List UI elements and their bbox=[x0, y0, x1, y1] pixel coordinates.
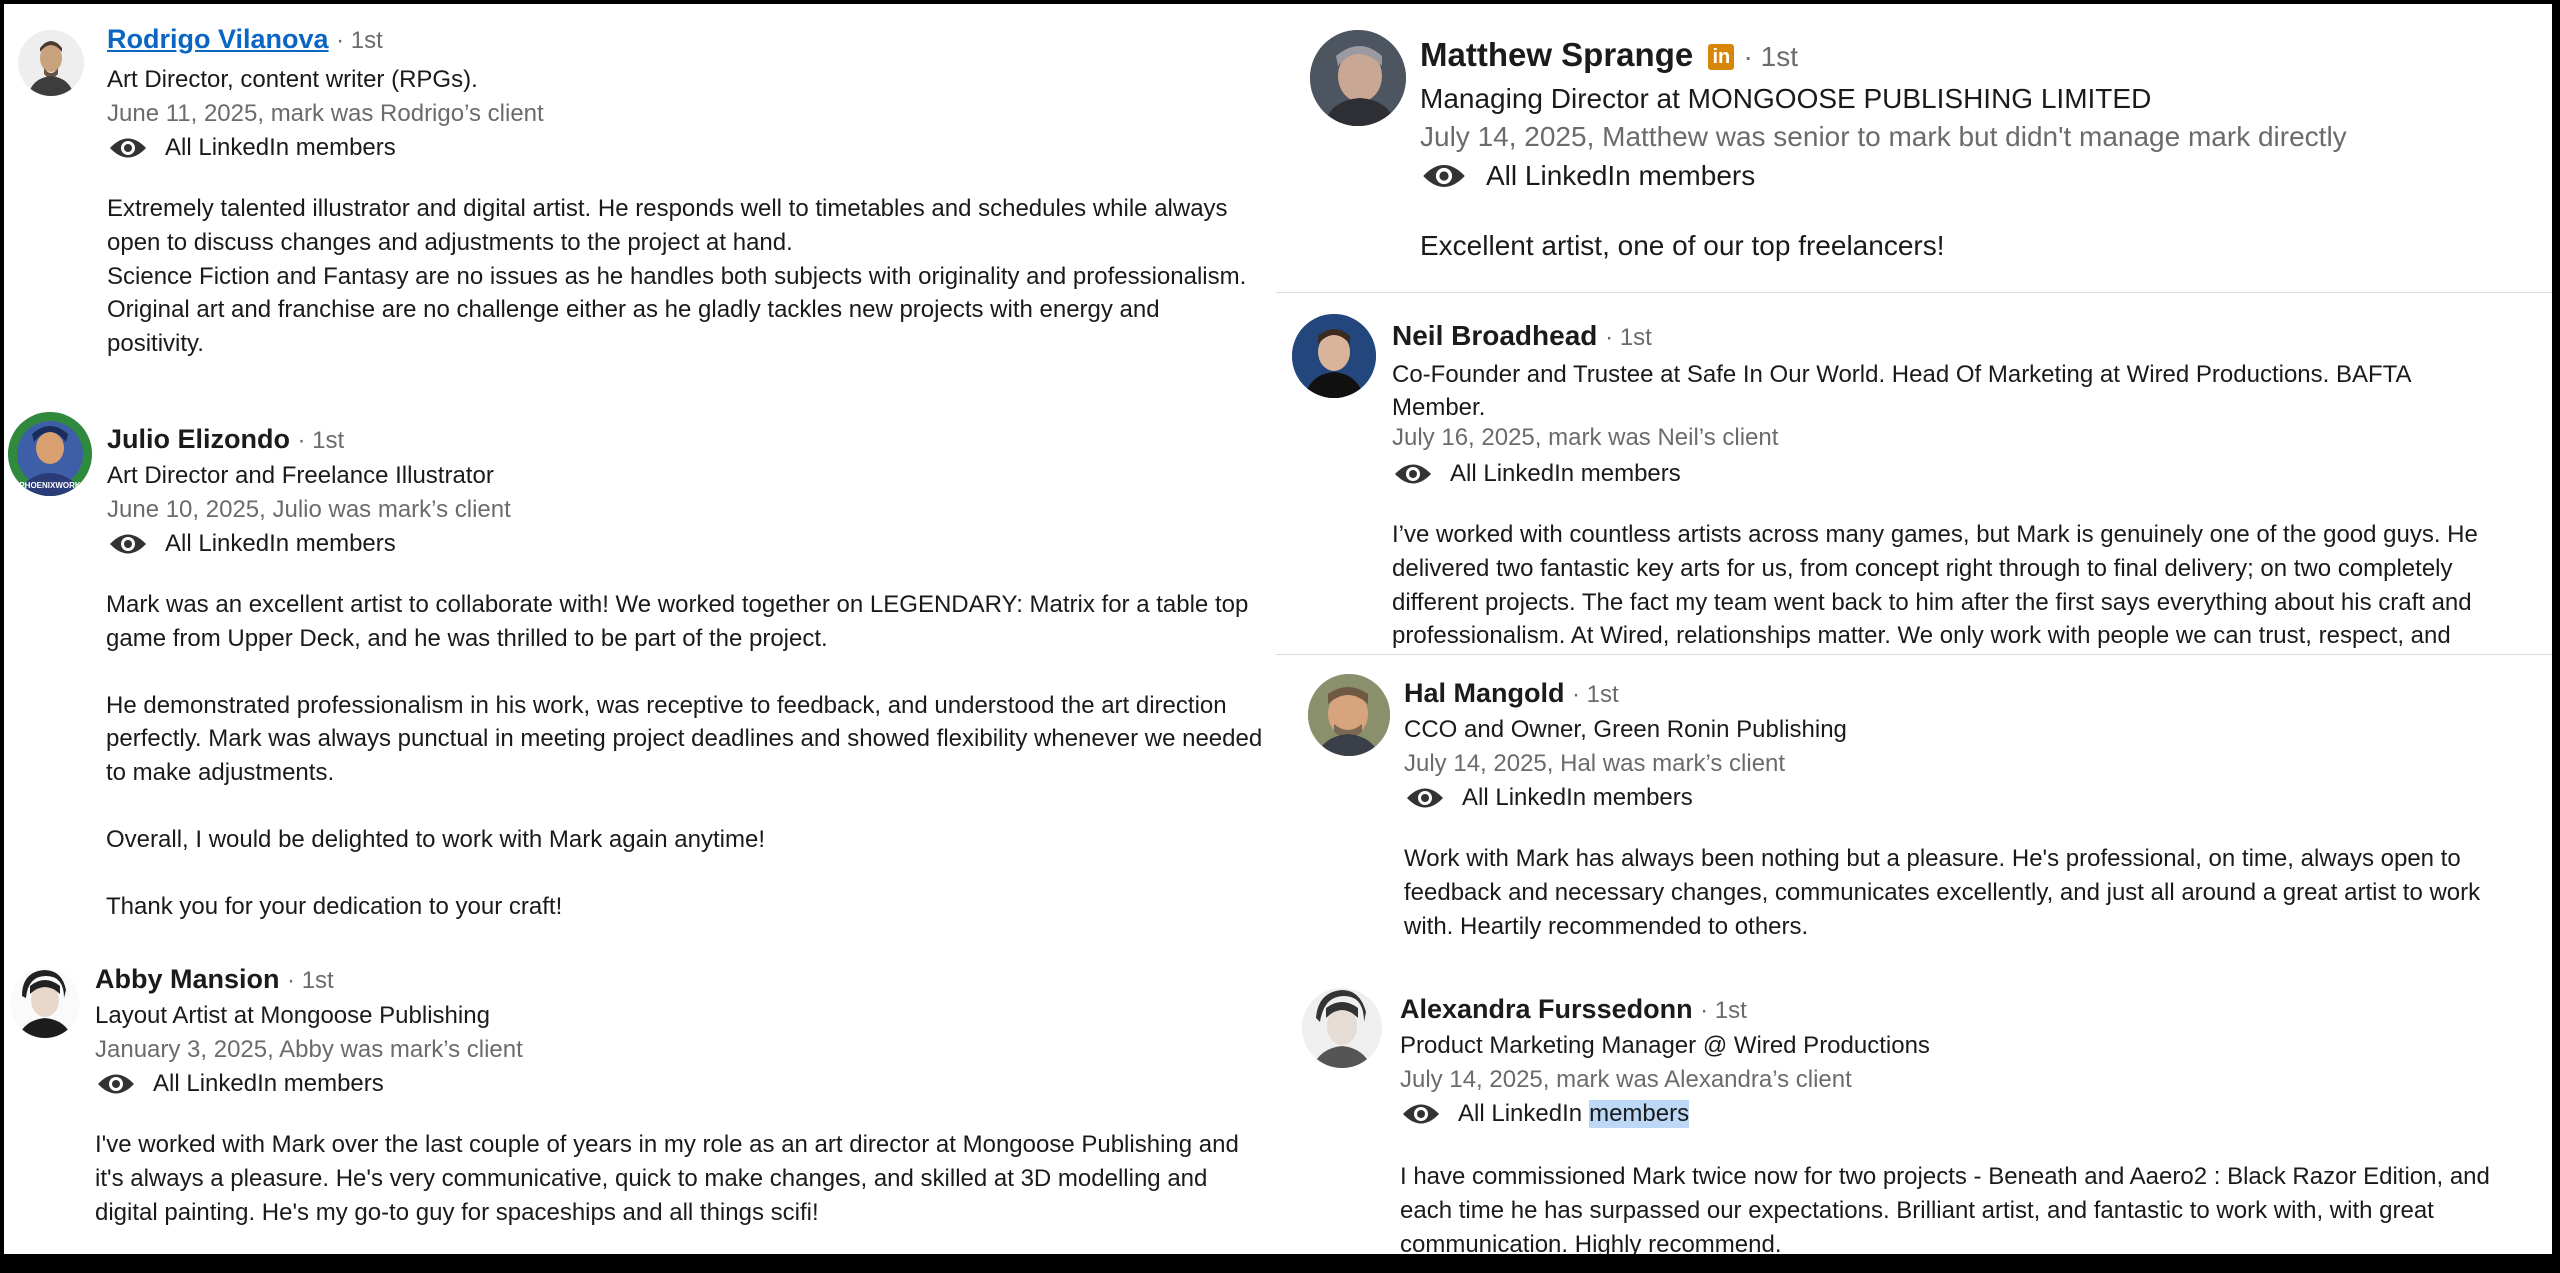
recommendation-alexandra: Alexandra Furssedonn · 1st Product Marke… bbox=[1276, 970, 2552, 1254]
visibility-setting[interactable]: All LinkedIn members bbox=[1406, 784, 1693, 812]
eye-icon bbox=[110, 138, 146, 158]
visibility-label: All LinkedIn members bbox=[1486, 160, 1756, 191]
recommendation-hal: Hal Mangold · 1st CCO and Owner, Green R… bbox=[1276, 656, 2552, 956]
visibility-label: All LinkedIn members bbox=[165, 530, 396, 557]
relationship-date: January 3, 2025, Abby was mark’s client bbox=[95, 1036, 523, 1063]
recommender-name[interactable]: Abby Mansion · 1st bbox=[95, 964, 334, 995]
visibility-label: All LinkedIn members bbox=[1450, 460, 1681, 487]
headline: Managing Director at MONGOOSE PUBLISHING… bbox=[1420, 83, 2152, 114]
visibility-label: All LinkedIn bbox=[1458, 1100, 1583, 1127]
avatar[interactable] bbox=[10, 968, 80, 1038]
relationship-date: June 10, 2025, Julio was mark’s client bbox=[107, 496, 511, 523]
relationship-date: July 16, 2025, mark was Neil’s client bbox=[1392, 424, 1779, 451]
connection-degree: · 1st bbox=[297, 427, 345, 454]
connection-degree: · 1st bbox=[287, 967, 334, 994]
headline: Product Marketing Manager @ Wired Produc… bbox=[1400, 1032, 1930, 1059]
headline: Layout Artist at Mongoose Publishing bbox=[95, 1002, 490, 1029]
selected-text[interactable]: members bbox=[1589, 1100, 1690, 1128]
left-panel: Rodrigo Vilanova · 1st Art Director, con… bbox=[4, 4, 1276, 1254]
avatar[interactable] bbox=[18, 30, 84, 96]
recommendation-abby: Abby Mansion · 1st Layout Artist at Mong… bbox=[4, 944, 1276, 1254]
visibility-setting[interactable]: All LinkedIn members bbox=[109, 530, 396, 558]
headline: CCO and Owner, Green Ronin Publishing bbox=[1404, 716, 1847, 743]
recommendation-text: I've worked with Mark over the last coup… bbox=[95, 1131, 1239, 1226]
recommender-name: Rodrigo Vilanova · 1st bbox=[107, 24, 383, 55]
connection-degree: · 1st bbox=[1605, 324, 1652, 351]
recommendation-text: Mark was an excellent artist to collabor… bbox=[106, 591, 1263, 920]
avatar[interactable] bbox=[1310, 30, 1406, 126]
connection-degree: · 1st bbox=[336, 27, 383, 54]
relationship-date: July 14, 2025, Hal was mark’s client bbox=[1404, 750, 1786, 777]
eye-icon bbox=[1395, 464, 1431, 484]
avatar[interactable] bbox=[1308, 674, 1390, 756]
eye-icon bbox=[110, 534, 146, 554]
section-divider bbox=[1276, 654, 2552, 655]
avatar[interactable]: PHOENIXWORK bbox=[8, 412, 92, 496]
visibility-setting[interactable]: All LinkedIn members bbox=[97, 1070, 384, 1098]
headline: Co-Founder and Trustee at Safe In Our Wo… bbox=[1392, 361, 2411, 422]
section-divider bbox=[1276, 292, 2552, 293]
relationship-date: July 14, 2025, mark was Alexandra’s clie… bbox=[1400, 1066, 1852, 1093]
recommendation-text: I’ve worked with countless artists acros… bbox=[1392, 521, 2478, 650]
relationship-date: July 14, 2025, Matthew was senior to mar… bbox=[1420, 121, 2347, 152]
recommendation-julio: PHOENIXWORK Julio Elizondo · 1st Art Dir… bbox=[4, 404, 1276, 924]
recommendation-text: Extremely talented illustrator and digit… bbox=[107, 195, 1247, 358]
visibility-setting[interactable]: All LinkedIn members bbox=[1394, 460, 1681, 488]
visibility-setting[interactable]: All LinkedIn members bbox=[1402, 1100, 1690, 1128]
eye-icon bbox=[1423, 165, 1465, 187]
recommendation-text: Excellent artist, one of our top freelan… bbox=[1420, 230, 1945, 261]
recommendation-text: Work with Mark has always been nothing b… bbox=[1404, 845, 2481, 940]
recommender-name[interactable]: Alexandra Furssedonn · 1st bbox=[1400, 994, 1747, 1025]
headline: Art Director, content writer (RPGs). bbox=[107, 66, 478, 93]
recommender-name[interactable]: Matthew Sprange in · 1st bbox=[1420, 36, 1798, 74]
connection-degree: · 1st bbox=[1572, 681, 1619, 708]
visibility-setting[interactable]: All LinkedIn members bbox=[1422, 160, 1755, 192]
recommender-name[interactable]: Hal Mangold · 1st bbox=[1404, 678, 1619, 709]
eye-icon bbox=[1403, 1104, 1439, 1124]
recommendation-text: I have commissioned Mark twice now for t… bbox=[1400, 1163, 2490, 1254]
connection-degree: · 1st bbox=[1700, 997, 1747, 1024]
recommendation-matthew: Matthew Sprange in · 1st Managing Direct… bbox=[1276, 4, 2552, 292]
recommendation-rodrigo: Rodrigo Vilanova · 1st Art Director, con… bbox=[4, 4, 1276, 404]
recommender-name[interactable]: Julio Elizondo · 1st bbox=[107, 424, 344, 455]
right-panel: Matthew Sprange in · 1st Managing Direct… bbox=[1276, 4, 2552, 1254]
eye-icon bbox=[1407, 788, 1443, 808]
avatar-text: PHOENIXWORK bbox=[19, 481, 81, 490]
headline: Art Director and Freelance Illustrator bbox=[107, 462, 494, 489]
linkedin-premium-icon: in bbox=[1708, 44, 1735, 71]
avatar[interactable] bbox=[1302, 988, 1382, 1068]
visibility-label: All LinkedIn members bbox=[153, 1070, 384, 1097]
recommender-name[interactable]: Neil Broadhead · 1st bbox=[1392, 320, 1652, 352]
visibility-label: All LinkedIn members bbox=[1462, 784, 1693, 811]
recommendation-neil: Neil Broadhead · 1st Co-Founder and Trus… bbox=[1276, 300, 2552, 652]
visibility-label: All LinkedIn members bbox=[165, 134, 396, 161]
visibility-setting[interactable]: All LinkedIn members bbox=[109, 134, 396, 162]
connection-degree: · 1st bbox=[1743, 41, 1799, 72]
profile-link[interactable]: Rodrigo Vilanova bbox=[107, 24, 329, 54]
eye-icon bbox=[98, 1074, 134, 1094]
avatar[interactable] bbox=[1292, 314, 1376, 398]
relationship-date: June 11, 2025, mark was Rodrigo’s client bbox=[107, 100, 544, 127]
